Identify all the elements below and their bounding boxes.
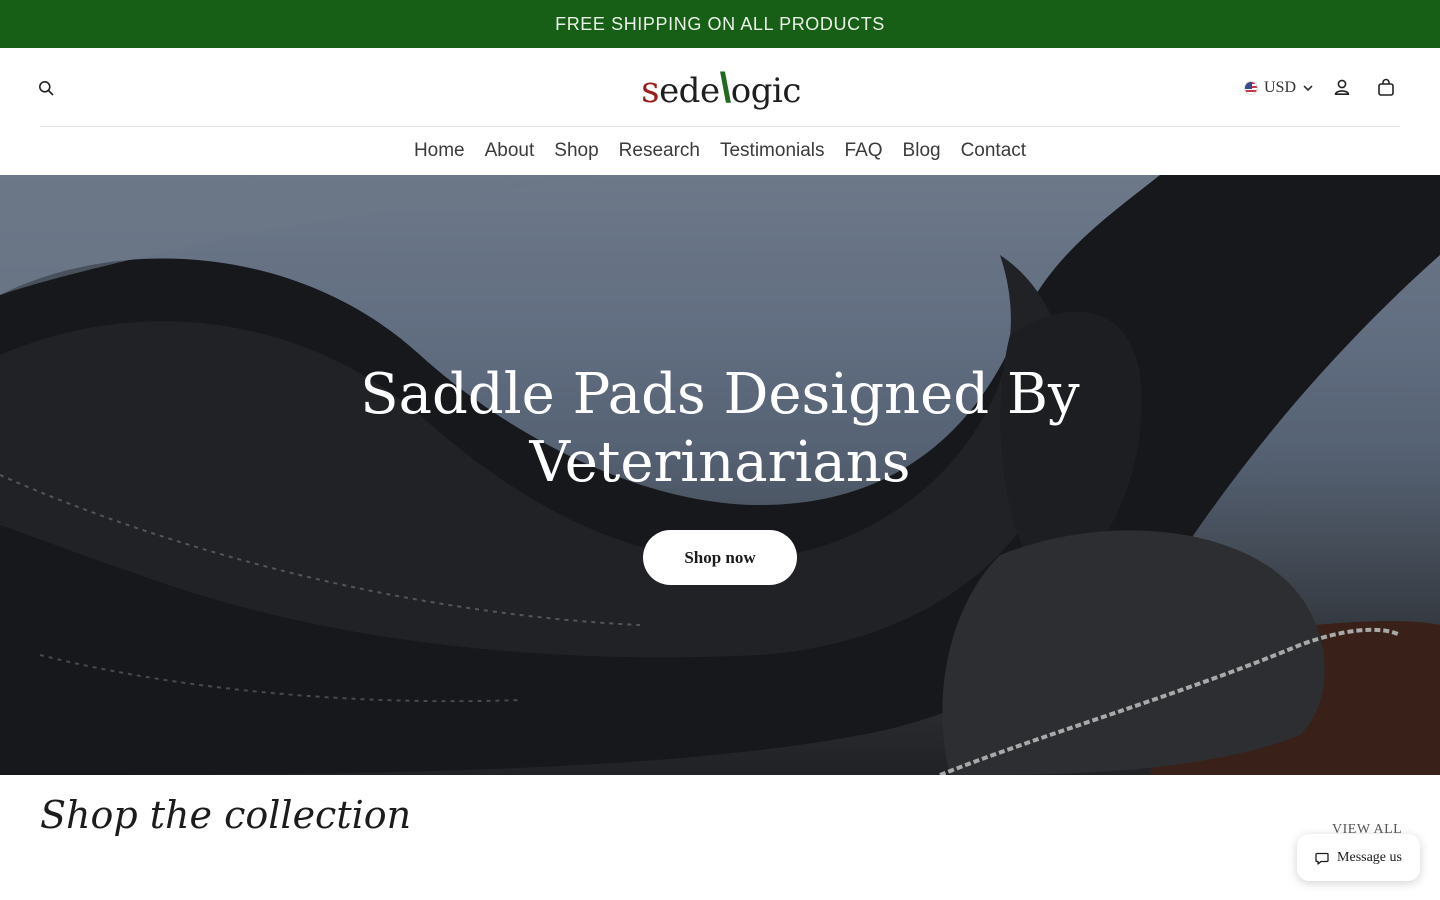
currency-code: USD <box>1264 79 1297 96</box>
hero-banner: Saddle Pads Designed By Veterinarians Sh… <box>0 175 1440 775</box>
main-nav: Home About Shop Research Testimonials FA… <box>0 127 1440 175</box>
message-us-label: Message us <box>1337 849 1402 865</box>
announcement-bar: FREE SHIPPING ON ALL PRODUCTS <box>0 0 1440 48</box>
chat-bubble-icon <box>1315 852 1329 865</box>
logo-slash: \ <box>719 64 732 111</box>
account-button[interactable] <box>1328 73 1356 101</box>
us-flag-icon <box>1244 81 1258 95</box>
nav-research[interactable]: Research <box>619 140 700 162</box>
hero-title: Saddle Pads Designed By Veterinarians <box>360 362 1080 495</box>
header-top-row: sede\ogic USD <box>39 48 1400 127</box>
collection-title: Shop the collection <box>40 793 412 837</box>
logo-text-ogic: ogic <box>730 71 802 111</box>
search-button[interactable] <box>32 74 60 102</box>
cart-icon <box>1378 78 1394 96</box>
message-us-button[interactable]: Message us <box>1297 834 1420 881</box>
nav-contact[interactable]: Contact <box>961 140 1026 162</box>
site-logo[interactable]: sede\ogic <box>638 64 804 112</box>
logo-text-ede: ede <box>659 71 720 111</box>
nav-about[interactable]: About <box>485 140 535 162</box>
nav-faq[interactable]: FAQ <box>845 140 883 162</box>
shop-now-button[interactable]: Shop now <box>643 530 797 585</box>
announcement-text: FREE SHIPPING ON ALL PRODUCTS <box>555 13 885 34</box>
account-icon <box>1334 79 1350 95</box>
search-icon <box>39 81 54 96</box>
nav-shop[interactable]: Shop <box>554 140 598 162</box>
currency-selector[interactable]: USD <box>1244 75 1314 101</box>
logo-letter-s: s <box>641 70 660 111</box>
site-header: sede\ogic USD Home About Shop Research T… <box>0 48 1440 175</box>
cart-button[interactable] <box>1372 73 1400 101</box>
nav-blog[interactable]: Blog <box>903 140 941 162</box>
nav-testimonials[interactable]: Testimonials <box>720 140 825 162</box>
chevron-down-icon <box>1303 85 1313 92</box>
nav-home[interactable]: Home <box>414 140 465 162</box>
